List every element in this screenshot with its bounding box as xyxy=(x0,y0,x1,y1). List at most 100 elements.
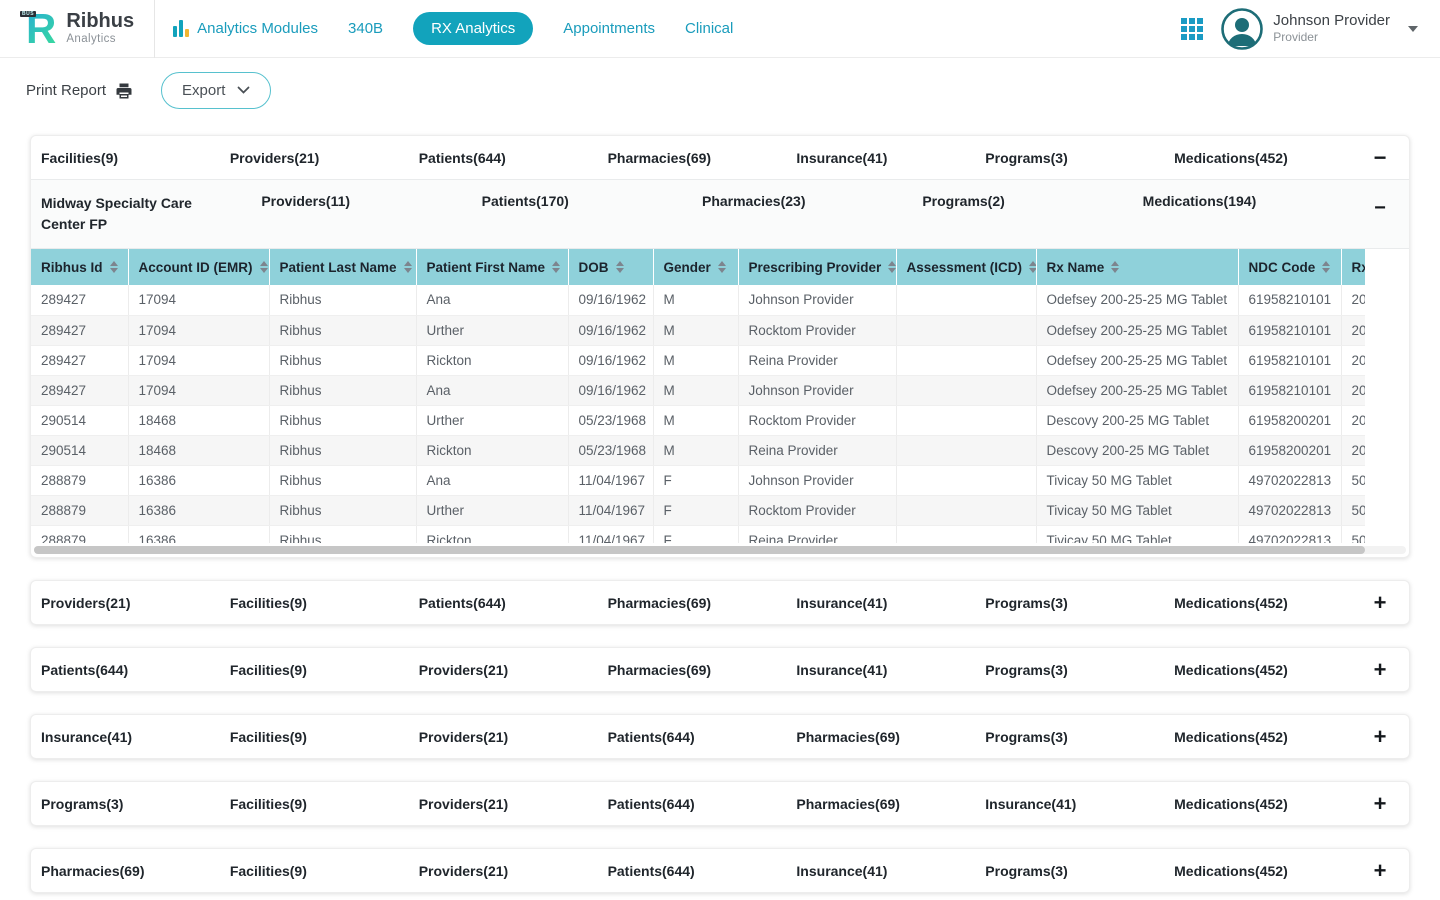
print-report-button[interactable]: Print Report xyxy=(26,82,133,100)
chevron-down-icon[interactable] xyxy=(1408,26,1418,32)
table-cell: M xyxy=(653,375,738,405)
column-header-ndc-code[interactable]: NDC Code xyxy=(1238,249,1341,285)
facility-title: Midway Specialty Care Center FP xyxy=(41,180,261,248)
printer-icon xyxy=(115,82,133,100)
expand-icon[interactable]: + xyxy=(1363,592,1397,614)
table-row[interactable]: 28942717094RibhusUrther09/16/1962MRockto… xyxy=(31,315,1365,345)
table-cell xyxy=(896,435,1036,465)
table-cell: 49702022813 xyxy=(1238,525,1341,543)
table-cell: M xyxy=(653,435,738,465)
nav-label: 340B xyxy=(348,20,383,37)
sort-icon[interactable] xyxy=(404,261,412,273)
column-header-assessment-icd[interactable]: Assessment (ICD) xyxy=(896,249,1036,285)
expand-icon[interactable]: + xyxy=(1363,726,1397,748)
table-cell: 18468 xyxy=(128,405,269,435)
column-label: Prescribing Provider xyxy=(749,260,882,275)
table-cell: 17094 xyxy=(128,315,269,345)
table-cell: 61958200201 xyxy=(1238,405,1341,435)
export-button[interactable]: Export xyxy=(161,72,271,109)
accordion-item-medications-452: Medications(452) xyxy=(1174,851,1363,891)
facilities-accordion-header[interactable]: Facilities(9)Providers(21)Patients(644)P… xyxy=(31,136,1409,179)
table-row[interactable]: 28887916386RibhusUrther11/04/1967FRockto… xyxy=(31,495,1365,525)
column-header-patient-first-name[interactable]: Patient First Name xyxy=(416,249,568,285)
accordion-header-patients-644[interactable]: Patients(644)Facilities(9)Providers(21)P… xyxy=(31,648,1409,691)
table-cell: M xyxy=(653,285,738,315)
nav-analytics-modules[interactable]: Analytics Modules xyxy=(173,20,318,37)
table-cell: 09/16/1962 xyxy=(568,315,653,345)
table-row[interactable]: 29051418468RibhusUrther05/23/1968MRockto… xyxy=(31,405,1365,435)
nav-label: Clinical xyxy=(685,20,733,37)
table-cell: Ribhus xyxy=(269,345,416,375)
expand-icon[interactable]: + xyxy=(1363,860,1397,882)
column-header-gender[interactable]: Gender xyxy=(653,249,738,285)
apps-grid-icon[interactable] xyxy=(1181,18,1203,40)
sort-icon[interactable] xyxy=(260,261,268,273)
accordion-item-facilities-9: Facilities(9) xyxy=(230,851,419,891)
table-cell: 288879 xyxy=(31,495,128,525)
accordion-item-medications-452: Medications(452) xyxy=(1174,138,1363,178)
column-header-rx-name[interactable]: Rx Name xyxy=(1036,249,1238,285)
brand-chip: BUS xyxy=(20,11,36,18)
accordion-item-programs-2: Programs(2) xyxy=(922,180,1142,221)
sort-icon[interactable] xyxy=(888,261,896,273)
accordion-item-pharmacies-69: Pharmacies(69) xyxy=(608,650,797,690)
facility-accordion-header[interactable]: Midway Specialty Care Center FP Provider… xyxy=(31,179,1409,249)
column-header-prescribing-provider[interactable]: Prescribing Provider xyxy=(738,249,896,285)
nav-rx-analytics[interactable]: RX Analytics xyxy=(413,12,533,45)
sort-icon[interactable] xyxy=(718,261,726,273)
sort-icon[interactable] xyxy=(616,261,624,273)
column-header-account-id-emr[interactable]: Account ID (EMR) xyxy=(128,249,269,285)
brand-letter-icon: RBUS xyxy=(26,10,56,48)
table-row[interactable]: 28942717094RibhusAna09/16/1962MJohnson P… xyxy=(31,285,1365,315)
nav-appointments[interactable]: Appointments xyxy=(563,20,655,37)
column-header-patient-last-name[interactable]: Patient Last Name xyxy=(269,249,416,285)
table-cell xyxy=(896,315,1036,345)
table-cell: Ribhus xyxy=(269,525,416,543)
table-row[interactable]: 28887916386RibhusRickton11/04/1967FReina… xyxy=(31,525,1365,543)
accordion-item-patients-644: Patients(644) xyxy=(419,138,608,178)
table-cell: Ribhus xyxy=(269,285,416,315)
table-cell: 61958210101 xyxy=(1238,315,1341,345)
sort-icon[interactable] xyxy=(1111,261,1119,273)
horizontal-scrollbar-thumb[interactable] xyxy=(34,546,1365,554)
accordion-item-pharmacies-69: Pharmacies(69) xyxy=(41,851,230,891)
column-header-rx[interactable]: Rx xyxy=(1341,249,1365,285)
expand-icon[interactable]: + xyxy=(1363,793,1397,815)
horizontal-scrollbar xyxy=(34,546,1406,554)
collapse-icon[interactable]: − xyxy=(1363,180,1397,218)
table-row[interactable]: 29051418468RibhusRickton05/23/1968MReina… xyxy=(31,435,1365,465)
table-cell xyxy=(896,525,1036,543)
sort-icon[interactable] xyxy=(1322,261,1330,273)
table-row[interactable]: 28887916386RibhusAna11/04/1967FJohnson P… xyxy=(31,465,1365,495)
accordion-header-programs-3[interactable]: Programs(3)Facilities(9)Providers(21)Pat… xyxy=(31,782,1409,825)
nav-340b[interactable]: 340B xyxy=(348,20,383,37)
table-cell xyxy=(896,495,1036,525)
sort-icon[interactable] xyxy=(1029,261,1036,273)
accordion-item-pharmacies-69: Pharmacies(69) xyxy=(796,784,985,824)
rx-table-scroll-area[interactable]: Ribhus IdAccount ID (EMR)Patient Last Na… xyxy=(31,249,1365,543)
expand-icon[interactable]: + xyxy=(1363,659,1397,681)
accordion-header-providers-21[interactable]: Providers(21)Facilities(9)Patients(644)P… xyxy=(31,581,1409,624)
rx-table: Ribhus IdAccount ID (EMR)Patient Last Na… xyxy=(31,249,1365,543)
table-cell: 49702022813 xyxy=(1238,495,1341,525)
table-cell: M xyxy=(653,315,738,345)
column-header-ribhus-id[interactable]: Ribhus Id xyxy=(31,249,128,285)
accordion-item-insurance-41: Insurance(41) xyxy=(796,650,985,690)
user-menu[interactable]: Johnson Provider Provider xyxy=(1221,8,1418,50)
column-header-dob[interactable]: DOB xyxy=(568,249,653,285)
collapse-icon[interactable]: − xyxy=(1363,147,1397,169)
accordion-header-pharmacies-69[interactable]: Pharmacies(69)Facilities(9)Providers(21)… xyxy=(31,849,1409,892)
table-row[interactable]: 28942717094RibhusAna09/16/1962MJohnson P… xyxy=(31,375,1365,405)
table-row[interactable]: 28942717094RibhusRickton09/16/1962MReina… xyxy=(31,345,1365,375)
sort-icon[interactable] xyxy=(110,261,118,273)
nav-clinical[interactable]: Clinical xyxy=(685,20,733,37)
brand-logo[interactable]: RBUS Ribhus Analytics xyxy=(26,0,155,58)
table-cell: Johnson Provider xyxy=(738,465,896,495)
sort-icon[interactable] xyxy=(552,261,560,273)
table-cell: 290514 xyxy=(31,405,128,435)
table-cell: 289427 xyxy=(31,285,128,315)
table-cell: 05/23/1968 xyxy=(568,435,653,465)
accordion-header-insurance-41[interactable]: Insurance(41)Facilities(9)Providers(21)P… xyxy=(31,715,1409,758)
table-cell: 200 xyxy=(1341,345,1365,375)
table-cell: F xyxy=(653,525,738,543)
